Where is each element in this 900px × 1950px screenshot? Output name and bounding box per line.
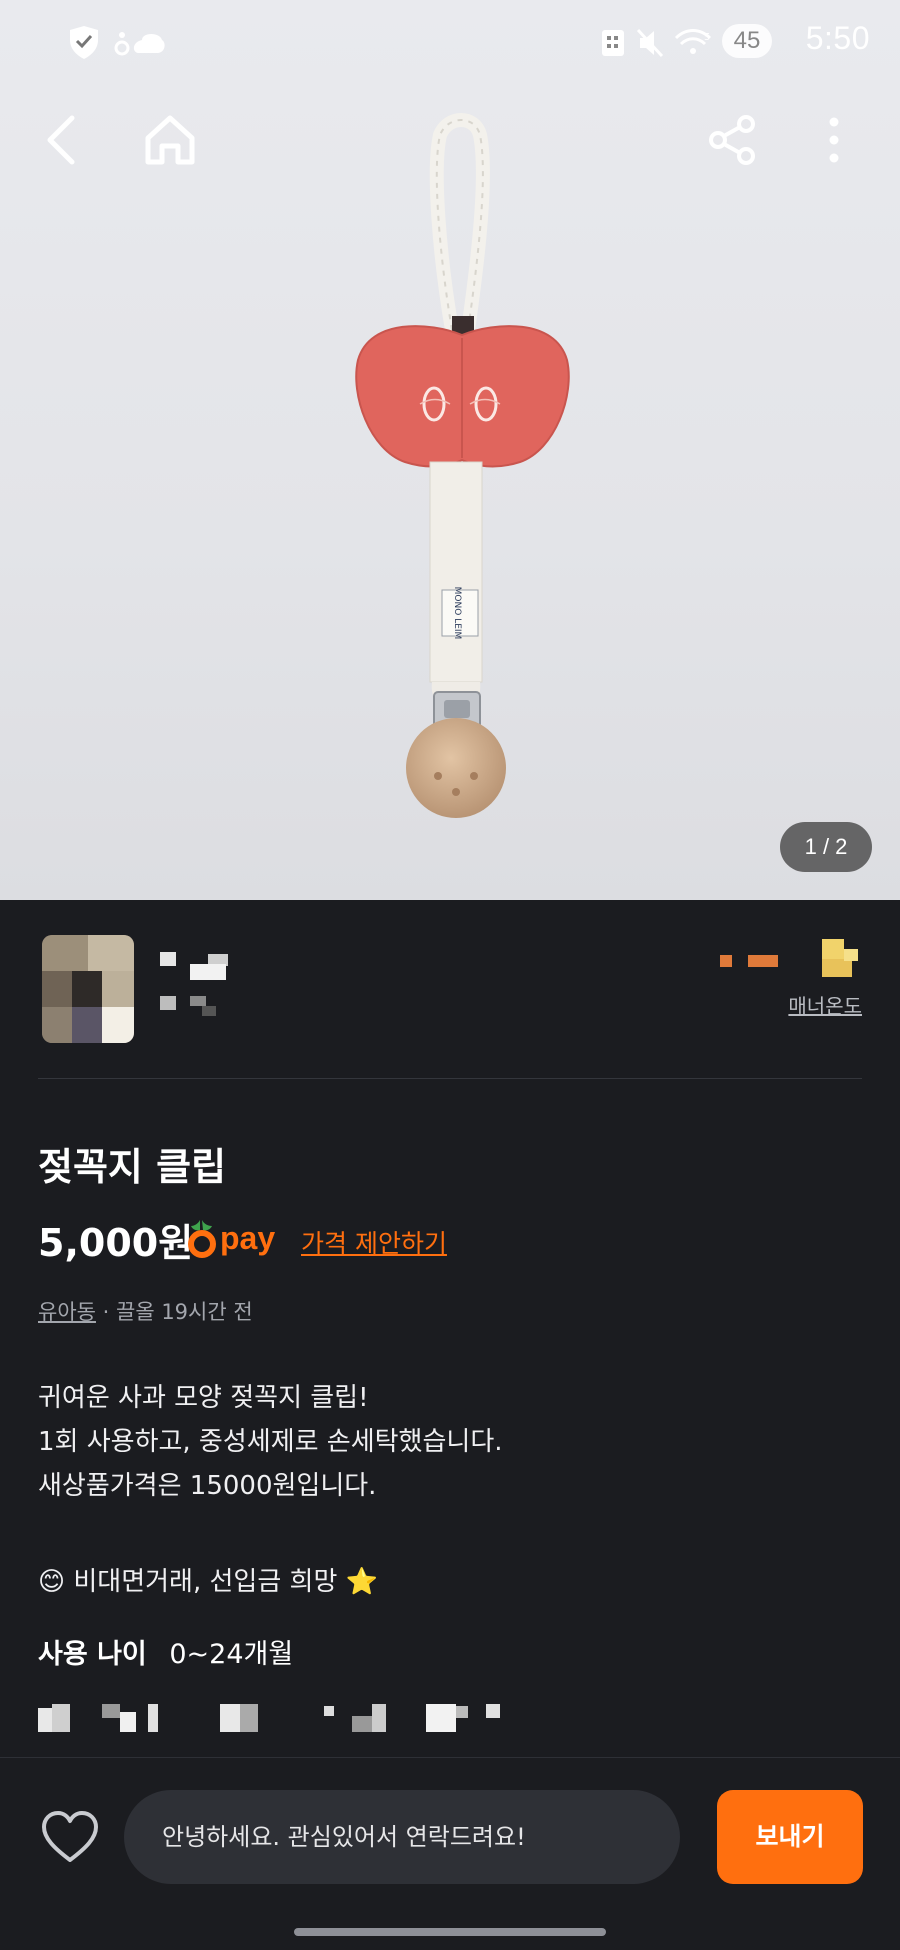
share-button[interactable] xyxy=(692,100,772,180)
seller-name-blurred[interactable] xyxy=(160,950,240,1030)
message-input[interactable]: 안녕하세요. 관심있어서 연락드려요! xyxy=(124,1790,680,1884)
system-icons: 5 xyxy=(602,28,712,58)
home-button[interactable] xyxy=(130,100,210,180)
description-line: 😊 비대면거래, 선입금 희망 ⭐ xyxy=(38,1567,379,1597)
back-button[interactable] xyxy=(22,100,102,180)
avatar-blur xyxy=(42,935,134,1043)
product-price: 5,000원 xyxy=(38,1221,194,1265)
carrot-icon xyxy=(188,1220,216,1258)
category-link[interactable]: 유아동 xyxy=(38,1300,96,1324)
share-icon xyxy=(709,115,755,165)
pay-label: pay xyxy=(220,1219,276,1256)
bump-time: · 끌올 19시간 전 xyxy=(102,1300,253,1324)
gesture-home-bar[interactable] xyxy=(294,1928,606,1936)
age-value: 0~24개월 xyxy=(169,1639,294,1670)
heart-icon xyxy=(42,1811,98,1862)
notification-icons xyxy=(70,26,165,59)
description-line: 귀여운 사과 모양 젖꼭지 클립! xyxy=(38,1383,369,1413)
svg-text:5: 5 xyxy=(704,32,710,43)
svg-text:MONO LEIM: MONO LEIM xyxy=(452,587,462,640)
back-arrow-icon xyxy=(47,115,75,165)
manner-temperature-link[interactable]: 매너온도 xyxy=(788,990,862,1019)
more-menu-button[interactable] xyxy=(794,100,874,180)
home-icon xyxy=(145,115,195,165)
seller-avatar[interactable] xyxy=(42,935,134,1043)
manner-temperature-blurred xyxy=(720,939,858,977)
product-title: 젖꼭지 클립 xyxy=(38,1145,227,1189)
image-counter: 1 / 2 xyxy=(780,822,872,872)
age-row: 사용 나이 0~24개월 xyxy=(38,1632,293,1671)
carrot-pay-badge: pay xyxy=(188,1216,275,1260)
description-line xyxy=(38,1508,503,1552)
description-line: 1회 사용하고, 중성세제로 손세탁했습니다. xyxy=(38,1427,503,1457)
top-navigation xyxy=(0,100,900,180)
battery-indicator: 45 xyxy=(722,24,772,58)
send-button[interactable]: 보내기 xyxy=(717,1790,863,1884)
redacted-text-line xyxy=(38,1704,500,1732)
description-line: 새상품가격은 15000원입니다. xyxy=(38,1471,377,1501)
age-label: 사용 나이 xyxy=(38,1639,147,1670)
price-offer-link[interactable]: 가격 제안하기 xyxy=(301,1224,447,1260)
bottom-divider xyxy=(0,1757,900,1758)
product-meta: 유아동 · 끌올 19시간 전 xyxy=(38,1296,253,1326)
status-bar: 5 45 5:50 xyxy=(0,0,900,84)
product-description: 귀여운 사과 모양 젖꼭지 클립! 1회 사용하고, 중성세제로 손세탁했습니다… xyxy=(38,1376,503,1604)
clock: 5:50 xyxy=(805,20,870,56)
more-vertical-icon xyxy=(829,117,839,163)
divider xyxy=(38,1078,862,1079)
like-button[interactable] xyxy=(40,1808,100,1868)
